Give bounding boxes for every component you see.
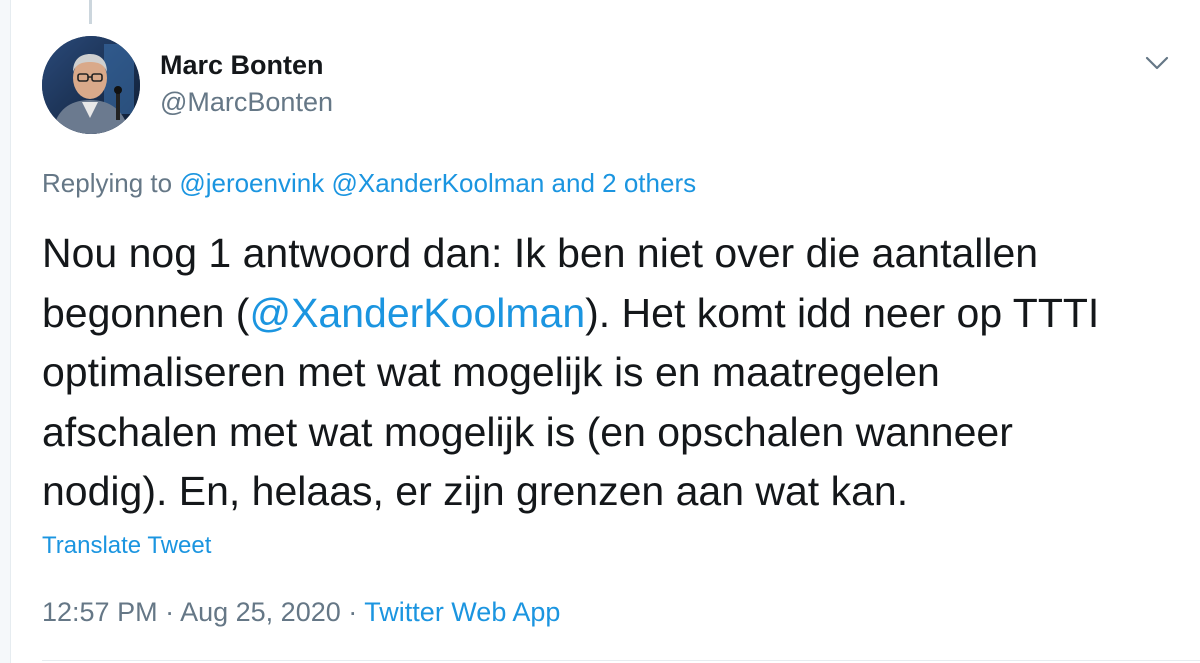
divider [42, 660, 1200, 661]
tweet-card: Marc Bonten @MarcBonten Replying to @jer… [0, 0, 1200, 663]
tweet-time[interactable]: 12:57 PM [42, 597, 158, 627]
tweet-text-segment: ). Het komt idd neer op TTTI [585, 289, 1100, 336]
mention-link-xanderkoolman[interactable]: @XanderKoolman [331, 168, 544, 198]
replying-to-label: Replying to [42, 168, 173, 198]
meta-separator: · [348, 597, 358, 627]
tweet-text-line: nodig). En, helaas, er zijn grenzen aan … [42, 468, 909, 514]
translate-tweet-link[interactable]: Translate Tweet [42, 530, 211, 562]
tweet-text: Nou nog 1 antwoord dan: Ik ben niet over… [42, 224, 1172, 522]
author-name[interactable]: Marc Bonten [160, 48, 333, 82]
author-block: Marc Bonten @MarcBonten [160, 48, 333, 120]
mention-link-xanderkoolman-inline[interactable]: @XanderKoolman [249, 290, 585, 336]
thread-connector-line [89, 0, 92, 24]
tweet-text-line: afschalen met wat mogelijk is (en opscha… [42, 408, 1013, 455]
tweet-text-line: Nou nog 1 antwoord dan: Ik ben niet over… [42, 230, 1039, 276]
chevron-down-icon [1145, 56, 1169, 70]
replying-to: Replying to @jeroenvink @XanderKoolman a… [42, 166, 696, 200]
avatar[interactable] [42, 36, 140, 134]
tweet-text-segment: begonnen ( [42, 289, 250, 336]
mention-link-jeroenvink[interactable]: @jeroenvink [179, 168, 324, 198]
meta-separator: · [165, 597, 175, 627]
tweet-text-line: optimaliseren met wat mogelijk is en maa… [42, 349, 940, 395]
left-edge-border [0, 0, 11, 663]
tweet-text-line: begonnen (@XanderKoolman). Het komt idd … [42, 284, 1172, 344]
tweet-metadata: 12:57 PM · Aug 25, 2020 · Twitter Web Ap… [42, 594, 560, 630]
tweet-date[interactable]: Aug 25, 2020 [180, 597, 341, 627]
author-handle[interactable]: @MarcBonten [160, 84, 333, 120]
others-link[interactable]: and 2 others [552, 168, 697, 198]
more-options-button[interactable] [1140, 48, 1174, 78]
avatar-photo [42, 36, 140, 134]
tweet-source-link[interactable]: Twitter Web App [364, 597, 560, 627]
